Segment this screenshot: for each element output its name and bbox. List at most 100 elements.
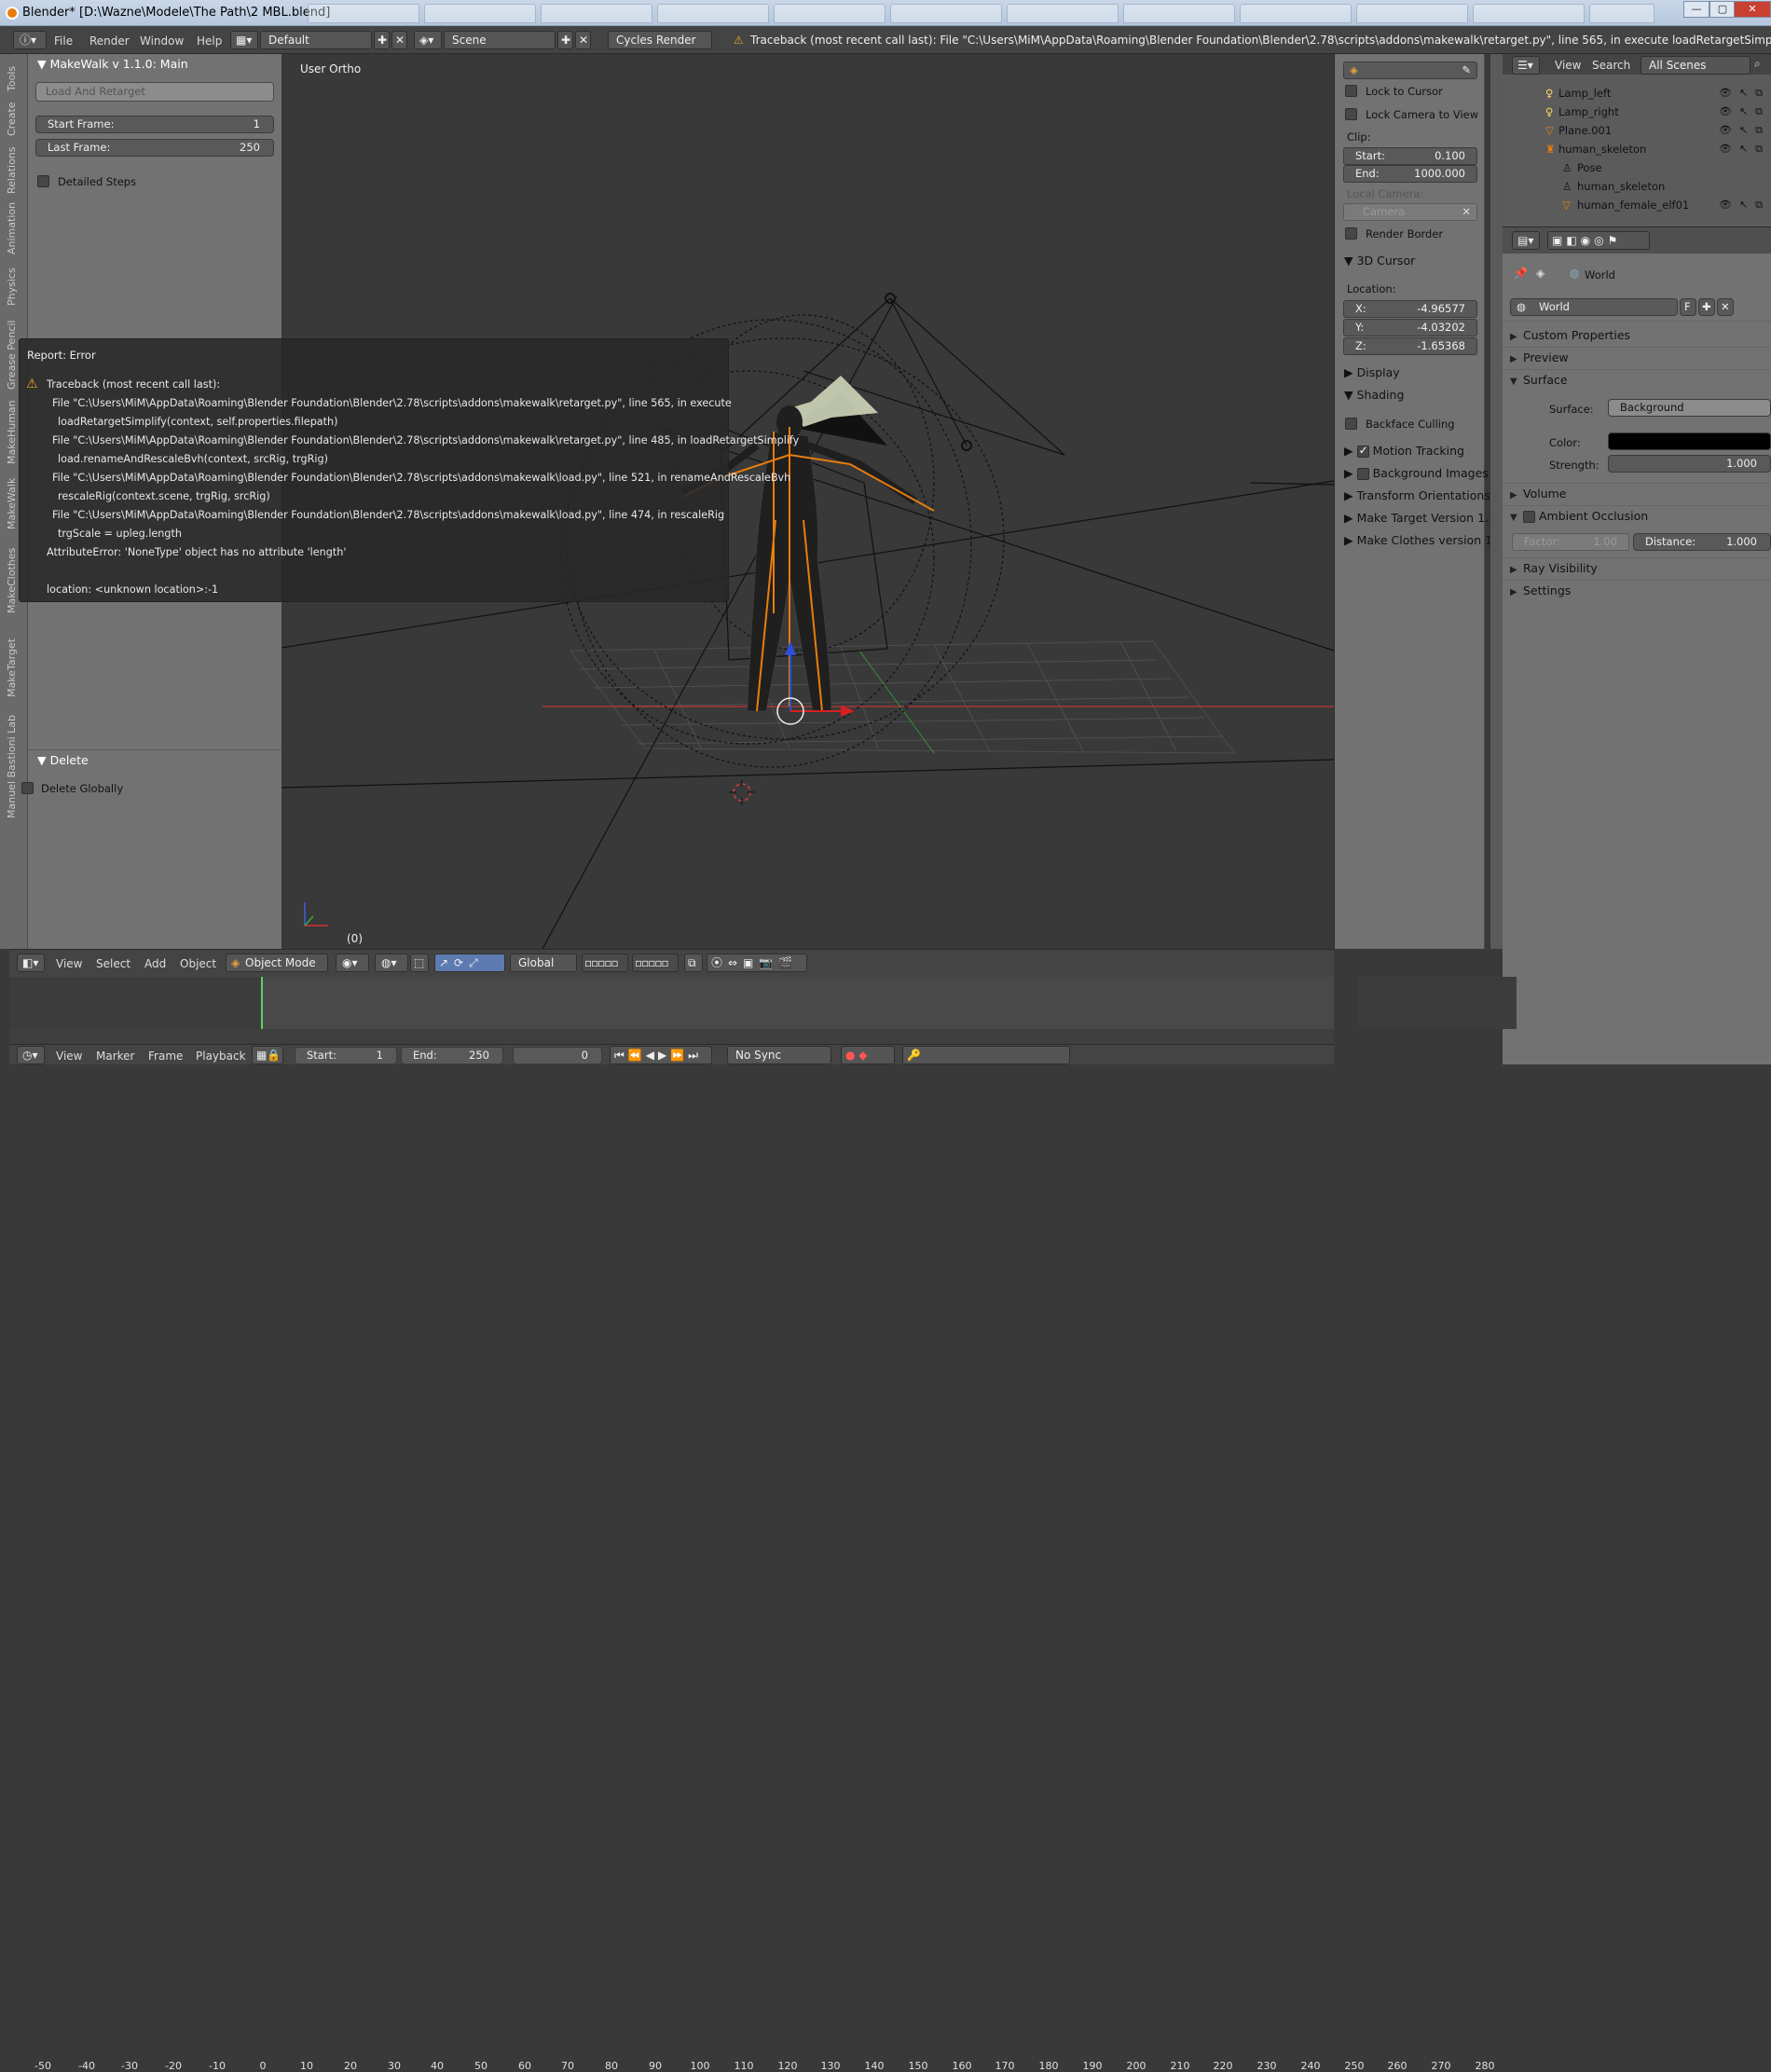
visibility-icons[interactable]: 👁↖⧉ bbox=[1719, 140, 1770, 158]
tab-relations[interactable]: Relations bbox=[6, 146, 18, 194]
vp-menu-object[interactable]: Object bbox=[180, 957, 216, 970]
custom-properties-section[interactable]: ▶ Custom Properties bbox=[1510, 328, 1630, 342]
tl-menu-playback[interactable]: Playback bbox=[196, 1050, 246, 1063]
visibility-icons[interactable]: 👁↖⧉ bbox=[1719, 121, 1770, 140]
scene-icon[interactable]: ◈▾ bbox=[414, 31, 442, 49]
bg-images-checkbox[interactable] bbox=[1356, 468, 1369, 480]
keying-set-field[interactable]: 🔑 bbox=[902, 1046, 1070, 1064]
unlink-world-button[interactable]: ✕ bbox=[1717, 298, 1734, 316]
add-layout-icon[interactable]: ✚ bbox=[374, 31, 390, 49]
remove-layout-icon[interactable]: ✕ bbox=[391, 31, 407, 49]
vp-menu-view[interactable]: View bbox=[56, 957, 82, 970]
fake-user-button[interactable]: F bbox=[1680, 298, 1696, 316]
search-icon[interactable]: ⌕ bbox=[1754, 57, 1761, 71]
outliner-row-plane[interactable]: ▽ Plane.001 👁↖⧉ bbox=[1503, 121, 1771, 140]
new-world-button[interactable]: ✚ bbox=[1698, 298, 1715, 316]
render-engine-select[interactable]: Cycles Render bbox=[608, 31, 712, 49]
lock-to-cursor-checkbox[interactable] bbox=[1345, 85, 1357, 97]
current-frame-field[interactable]: 0 bbox=[513, 1047, 602, 1064]
outliner-menu-view[interactable]: View bbox=[1555, 59, 1581, 72]
menu-render[interactable]: Render bbox=[89, 34, 130, 48]
tab-makeclothes[interactable]: MakeClothes bbox=[6, 548, 18, 613]
tl-menu-view[interactable]: View bbox=[56, 1050, 82, 1063]
tab-maketarget[interactable]: MakeTarget bbox=[6, 638, 18, 697]
minimize-button[interactable]: — bbox=[1683, 1, 1709, 18]
load-retarget-button[interactable]: Load And Retarget bbox=[35, 82, 274, 102]
lock-object-field[interactable]: ◈ ✎ bbox=[1343, 62, 1477, 79]
scene-select[interactable]: Scene bbox=[444, 31, 556, 49]
tab-makewalk[interactable]: MakeWalk bbox=[6, 478, 18, 529]
sync-select[interactable]: No Sync bbox=[727, 1046, 831, 1064]
layer-icon[interactable]: ⬚ bbox=[410, 954, 429, 972]
pivot-select[interactable]: ◉▾ bbox=[336, 954, 369, 972]
delete-panel-header[interactable]: ▼ Delete bbox=[28, 750, 281, 771]
clip-end-field[interactable]: End: 1000.000 bbox=[1343, 165, 1477, 183]
scrollbar[interactable] bbox=[1490, 54, 1503, 949]
outliner-row-human-female[interactable]: ▽ human_female_elf01 👁↖⧉ bbox=[1503, 196, 1771, 214]
outliner-row-lamp-right[interactable]: ♀ Lamp_right 👁↖⧉ bbox=[1503, 103, 1771, 121]
outliner-editor-icon[interactable]: ☰▾ bbox=[1512, 56, 1540, 75]
backface-culling-checkbox[interactable] bbox=[1345, 418, 1357, 430]
layout-icon[interactable]: ▦▾ bbox=[230, 31, 258, 49]
maximize-button[interactable]: ▢ bbox=[1709, 1, 1736, 18]
editor-type-icon[interactable]: ⓘ▾ bbox=[13, 31, 47, 49]
settings-section[interactable]: ▶ Settings bbox=[1510, 583, 1571, 597]
delete-globally-checkbox[interactable] bbox=[21, 782, 34, 794]
ao-checkbox[interactable] bbox=[1523, 511, 1535, 523]
viewport-editor-icon[interactable]: ◧▾ bbox=[17, 954, 45, 972]
start-frame-field[interactable]: Start Frame: 1 bbox=[35, 116, 274, 133]
display-section[interactable]: ▶ Display bbox=[1344, 365, 1400, 379]
start-frame-timeline-field[interactable]: Start: 1 bbox=[295, 1047, 397, 1064]
layout-select[interactable]: Default bbox=[260, 31, 372, 49]
volume-section[interactable]: ▶ Volume bbox=[1510, 487, 1567, 501]
menu-help[interactable]: Help bbox=[197, 34, 222, 48]
properties-context-tabs[interactable]: ▣◧◉◎⚑ bbox=[1547, 231, 1650, 250]
layers-grid-a[interactable]: ▫▫▫▫▫ bbox=[582, 954, 628, 972]
eyedropper-icon[interactable]: ✎ bbox=[1462, 62, 1471, 78]
motion-tracking-section[interactable]: ▶ Motion Tracking bbox=[1344, 444, 1464, 458]
timeline[interactable] bbox=[9, 977, 1517, 1036]
tab-animation[interactable]: Animation bbox=[6, 202, 18, 254]
menu-file[interactable]: File bbox=[54, 34, 73, 48]
tab-makehuman[interactable]: MakeHuman bbox=[6, 400, 18, 464]
playback-controls[interactable]: ⏮⏪◀▶⏩⏭ bbox=[610, 1046, 712, 1064]
visibility-icons[interactable]: 👁↖⧉ bbox=[1719, 103, 1770, 121]
detailed-steps-checkbox[interactable] bbox=[37, 175, 49, 187]
cursor-section[interactable]: ▼ 3D Cursor bbox=[1344, 254, 1415, 268]
outliner-row-lamp-left[interactable]: ♀ Lamp_left 👁↖⧉ bbox=[1503, 84, 1771, 103]
preview-range-icon[interactable]: ▦🔒 bbox=[252, 1046, 283, 1064]
vp-menu-add[interactable]: Add bbox=[144, 957, 166, 970]
pin-icon[interactable]: 📌 bbox=[1514, 267, 1528, 280]
tab-manuel-bastioni[interactable]: Manuel Bastioni Lab bbox=[6, 715, 18, 818]
tl-menu-frame[interactable]: Frame bbox=[148, 1050, 183, 1063]
vp-menu-select[interactable]: Select bbox=[96, 957, 130, 970]
shading-select[interactable]: ◍▾ bbox=[375, 954, 408, 972]
outliner-display-select[interactable]: All Scenes bbox=[1641, 56, 1750, 75]
ray-visibility-section[interactable]: ▶ Ray Visibility bbox=[1510, 561, 1598, 575]
properties-editor-icon[interactable]: ▤▾ bbox=[1512, 231, 1540, 250]
clear-icon[interactable]: ✕ bbox=[1462, 204, 1471, 220]
end-frame-timeline-field[interactable]: End: 250 bbox=[401, 1047, 503, 1064]
bg-images-section[interactable]: ▶ Background Images bbox=[1344, 466, 1489, 480]
tab-physics[interactable]: Physics bbox=[6, 268, 18, 306]
outliner-row-skeleton-data[interactable]: ♙ human_skeleton bbox=[1503, 177, 1771, 196]
outliner-menu-search[interactable]: Search bbox=[1592, 59, 1630, 72]
visibility-icons[interactable]: 👁↖⧉ bbox=[1719, 196, 1770, 214]
timeline-editor-icon[interactable]: ◷▾ bbox=[17, 1046, 45, 1064]
last-frame-field[interactable]: Last Frame: 250 bbox=[35, 139, 274, 157]
mode-select[interactable]: ◈ Object Mode bbox=[226, 954, 328, 972]
clip-start-field[interactable]: Start: 0.100 bbox=[1343, 147, 1477, 165]
shading-section[interactable]: ▼ Shading bbox=[1344, 388, 1404, 402]
add-scene-icon[interactable]: ✚ bbox=[557, 31, 573, 49]
lock-layers-icon[interactable]: ⧉ bbox=[684, 954, 703, 972]
transform-orientations-section[interactable]: ▶ Transform Orientations bbox=[1344, 488, 1490, 502]
tab-create[interactable]: Create bbox=[6, 102, 18, 136]
keying-buttons[interactable]: ● ◆ bbox=[841, 1046, 895, 1064]
report-message[interactable]: ⚠ Traceback (most recent call last): File… bbox=[734, 31, 1771, 49]
color-swatch[interactable] bbox=[1608, 432, 1771, 450]
preview-section[interactable]: ▶ Preview bbox=[1510, 350, 1569, 364]
render-border-checkbox[interactable] bbox=[1345, 227, 1357, 240]
tab-grease-pencil[interactable]: Grease Pencil bbox=[6, 321, 18, 390]
menu-window[interactable]: Window bbox=[140, 34, 184, 48]
ao-factor-field[interactable]: Factor: 1.00 bbox=[1512, 533, 1629, 551]
